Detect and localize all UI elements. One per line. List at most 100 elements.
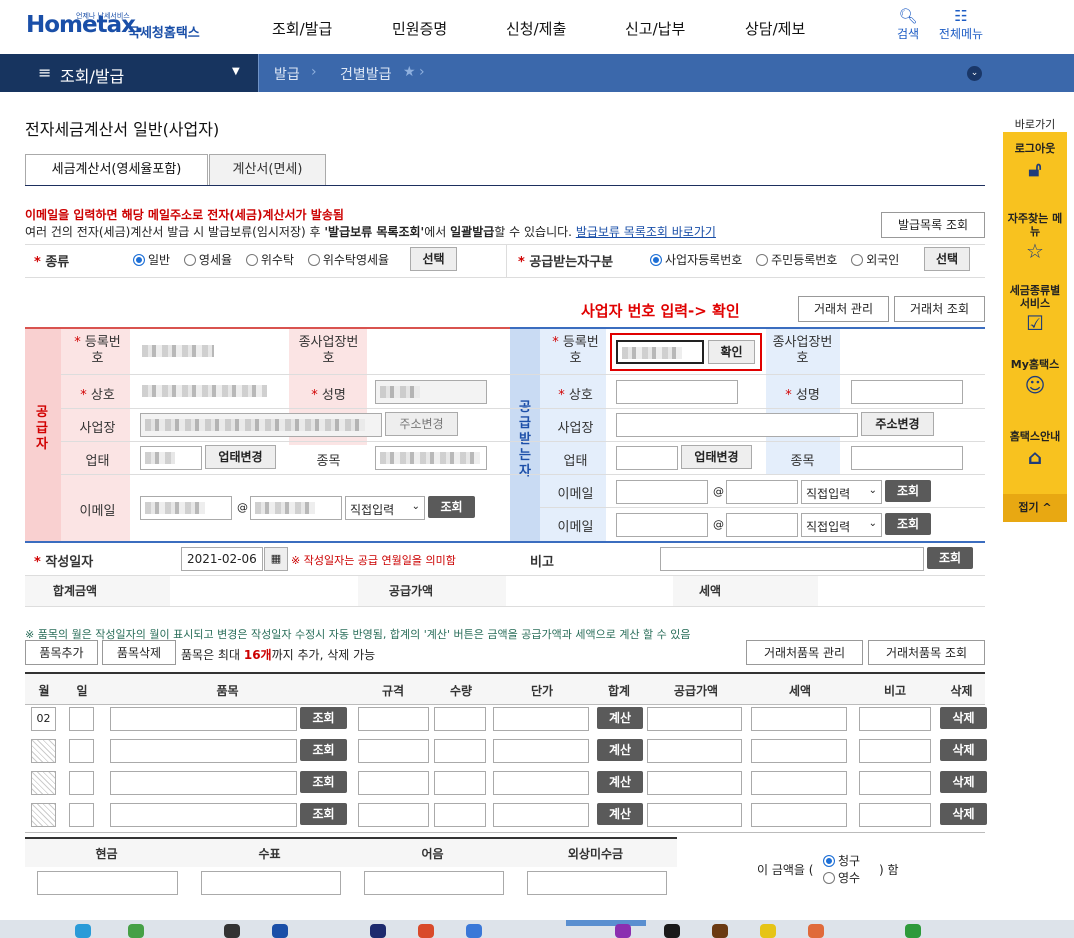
- app-icon[interactable]: [418, 924, 434, 938]
- partner-item-query-button[interactable]: 거래처품목 조회: [868, 640, 985, 665]
- row-calc-button[interactable]: 계산: [597, 803, 643, 825]
- row-input-field[interactable]: [110, 803, 297, 827]
- receiver-ceo-field[interactable]: [851, 380, 963, 404]
- memo-button[interactable]: 조회: [927, 547, 973, 569]
- receiver-email1-id[interactable]: [616, 480, 708, 504]
- receiver-addr-field[interactable]: [616, 413, 858, 437]
- row-input-field[interactable]: [493, 739, 589, 763]
- row-delete-button[interactable]: 삭제: [940, 803, 987, 825]
- row-input-field[interactable]: [493, 771, 589, 795]
- pay-note-field[interactable]: [364, 871, 504, 895]
- app-icon[interactable]: [75, 924, 91, 938]
- logo-korean[interactable]: 국세청홈택스: [128, 22, 200, 41]
- quick-guide[interactable]: 홈택스안내 ⌂: [1006, 428, 1064, 470]
- radio-icon[interactable]: [245, 254, 258, 266]
- search-button[interactable]: 🔍︎ 검색: [878, 8, 938, 42]
- radio-icon[interactable]: [851, 254, 864, 266]
- row-query-button[interactable]: 조회: [300, 771, 347, 793]
- row-input-field[interactable]: [751, 771, 847, 795]
- quick-tax-service[interactable]: 세금종류별 서비스 ☑: [1006, 284, 1064, 336]
- kind-radio-group[interactable]: 일반 영세율 위수탁 위수탁영세율: [133, 251, 389, 268]
- receiver-email2-id[interactable]: [616, 513, 708, 537]
- supplier-biz-field[interactable]: [140, 446, 202, 470]
- radio-icon[interactable]: [650, 254, 662, 266]
- row-input-field[interactable]: [647, 739, 742, 763]
- row-input-field[interactable]: [434, 707, 486, 731]
- supplier-item-field[interactable]: [375, 446, 487, 470]
- app-icon[interactable]: [615, 924, 631, 938]
- row-input-field[interactable]: [751, 707, 847, 731]
- row-calc-button[interactable]: 계산: [597, 771, 643, 793]
- radio-icon[interactable]: [823, 855, 835, 867]
- row-input-field[interactable]: [493, 803, 589, 827]
- app-icon[interactable]: [370, 924, 386, 938]
- tab-invoice[interactable]: 계산서(면세): [209, 154, 326, 186]
- radio-icon[interactable]: [756, 254, 769, 266]
- recv-type-radio-group[interactable]: 사업자등록번호 주민등록번호 외국인: [650, 251, 899, 268]
- row-delete-button[interactable]: 삭제: [940, 771, 987, 793]
- receiver-item-field[interactable]: [851, 446, 963, 470]
- supplier-email-id[interactable]: [140, 496, 232, 520]
- row-input-field[interactable]: [358, 803, 429, 827]
- row-input-field[interactable]: [751, 739, 847, 763]
- row-input-field[interactable]: [647, 707, 742, 731]
- row-day-field[interactable]: [69, 771, 94, 795]
- row-query-button[interactable]: 조회: [300, 707, 347, 729]
- supplier-email-domain[interactable]: [250, 496, 342, 520]
- gnb-menu-5[interactable]: 상담/제보: [745, 18, 805, 39]
- app-icon[interactable]: [760, 924, 776, 938]
- date-field[interactable]: 2021-02-06: [181, 547, 263, 571]
- app-icon[interactable]: [808, 924, 824, 938]
- pay-check-field[interactable]: [201, 871, 341, 895]
- memo-field[interactable]: [660, 547, 924, 571]
- row-input-field[interactable]: [358, 771, 429, 795]
- receiver-name-field[interactable]: [616, 380, 738, 404]
- supplier-biz-button[interactable]: 업태변경: [205, 445, 276, 469]
- row-input-field[interactable]: [751, 803, 847, 827]
- pay-cash-field[interactable]: [37, 871, 178, 895]
- partner-item-manage-button[interactable]: 거래처품목 관리: [746, 640, 863, 665]
- gnb-menu-1[interactable]: 조회/발급: [272, 18, 332, 39]
- app-icon[interactable]: [905, 924, 921, 938]
- supplier-email-button[interactable]: 조회: [428, 496, 475, 518]
- kind-select-button[interactable]: 선택: [410, 247, 457, 271]
- quick-myhometax[interactable]: My홈택스 ☺: [1006, 356, 1064, 398]
- pay-credit-field[interactable]: [527, 871, 667, 895]
- quick-favorite[interactable]: 자주찾는 메뉴 ☆: [1006, 212, 1064, 264]
- row-input-field[interactable]: [647, 771, 742, 795]
- breadcrumb-item[interactable]: 발급: [274, 64, 300, 84]
- app-icon[interactable]: [272, 924, 288, 938]
- row-calc-button[interactable]: 계산: [597, 739, 643, 761]
- row-input-field[interactable]: [110, 739, 297, 763]
- pay-option-claim[interactable]: 청구: [823, 852, 860, 869]
- partner-query-button[interactable]: 거래처 조회: [894, 296, 985, 322]
- receiver-email2-select[interactable]: 직접입력 ⌄: [801, 513, 882, 537]
- add-item-button[interactable]: 품목추가: [25, 640, 98, 665]
- row-day-field[interactable]: [69, 739, 94, 763]
- expand-icon[interactable]: ⌄: [967, 66, 982, 81]
- row-input-field[interactable]: [859, 803, 931, 827]
- radio-icon[interactable]: [307, 254, 320, 266]
- app-icon[interactable]: [224, 924, 240, 938]
- quick-fold-button[interactable]: 접기 ^: [1003, 494, 1067, 522]
- row-day-field[interactable]: [69, 707, 94, 731]
- quick-logout[interactable]: 로그아웃 🔓︎: [1006, 140, 1064, 182]
- row-input-field[interactable]: [358, 707, 429, 731]
- receiver-biz-field[interactable]: [616, 446, 678, 470]
- row-input-field[interactable]: [859, 771, 931, 795]
- supplier-email-select[interactable]: 직접입력 ⌄: [345, 496, 425, 520]
- radio-icon[interactable]: [183, 254, 196, 266]
- issue-list-button[interactable]: 발급목록 조회: [881, 212, 985, 238]
- supplier-addr-button[interactable]: 주소변경: [385, 412, 458, 436]
- receiver-addr-button[interactable]: 주소변경: [861, 412, 934, 436]
- recv-type-select-button[interactable]: 선택: [924, 247, 970, 271]
- row-input-field[interactable]: [859, 739, 931, 763]
- receiver-email2-button[interactable]: 조회: [885, 513, 931, 535]
- row-delete-button[interactable]: 삭제: [940, 707, 987, 729]
- hometax-logo[interactable]: Hometax.: [26, 12, 144, 38]
- allmenu-button[interactable]: ☷ 전체메뉴: [931, 8, 991, 42]
- radio-icon[interactable]: [823, 872, 835, 884]
- row-input-field[interactable]: [434, 803, 486, 827]
- row-input-field[interactable]: [434, 739, 486, 763]
- star-icon[interactable]: ★: [403, 64, 416, 80]
